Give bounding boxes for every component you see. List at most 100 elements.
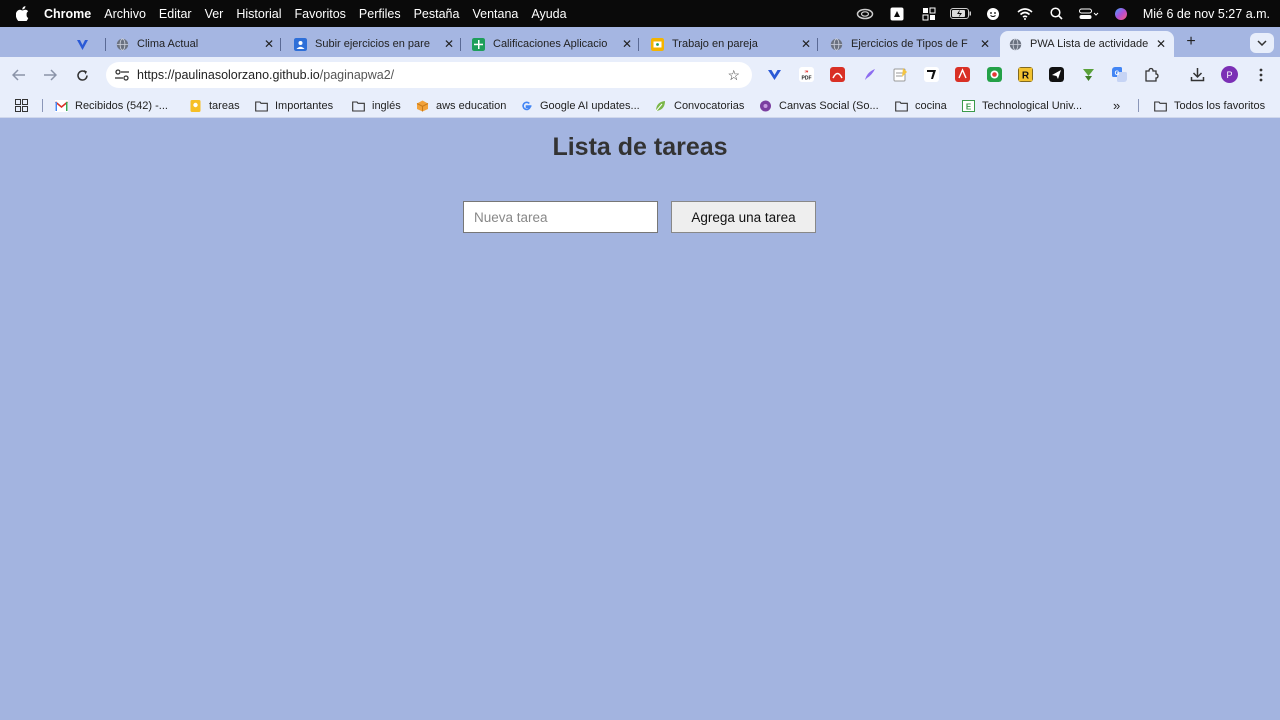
apps-grid-icon[interactable] xyxy=(15,97,28,114)
record-extension-icon[interactable] xyxy=(987,67,1002,82)
univ-icon: E xyxy=(962,99,975,112)
menu-app-chrome[interactable]: Chrome xyxy=(44,7,91,21)
bookmark-label: Recibidos (542) -... xyxy=(75,99,168,112)
r-extension-icon[interactable]: R xyxy=(1018,67,1033,82)
reload-button[interactable] xyxy=(72,65,92,85)
back-button[interactable] xyxy=(9,65,29,85)
tab-close-icon[interactable]: ✕ xyxy=(1154,37,1168,51)
tab-close-icon[interactable]: ✕ xyxy=(442,37,456,51)
tab-subir-ejercicios[interactable]: Subir ejercicios en pare ✕ xyxy=(294,31,461,57)
add-task-button[interactable]: Agrega una tarea xyxy=(671,201,816,233)
translate-extension-icon[interactable]: G xyxy=(1112,67,1127,82)
tab-close-icon[interactable]: ✕ xyxy=(620,37,634,51)
new-tab-button[interactable]: + xyxy=(1180,31,1202,53)
wifi-icon[interactable] xyxy=(1009,0,1041,27)
bookmarks-overflow-chevron-icon[interactable]: » xyxy=(1113,97,1120,114)
bookmark-technological-univ[interactable]: E Technological Univ... xyxy=(962,97,1082,114)
menu-historial[interactable]: Historial xyxy=(236,7,281,21)
drive-icon[interactable] xyxy=(881,0,913,27)
tab-trabajo-pareja[interactable]: Trabajo en pareja ✕ xyxy=(651,31,818,57)
menu-ventana[interactable]: Ventana xyxy=(472,7,518,21)
siri-icon[interactable] xyxy=(1105,0,1137,27)
vtab-extension-icon[interactable] xyxy=(767,67,782,82)
bookmark-label: Convocatorias xyxy=(674,99,745,112)
svg-text:G: G xyxy=(1115,71,1120,77)
pdf-extension-icon[interactable] xyxy=(955,67,970,82)
keep-icon xyxy=(190,99,201,112)
tab-separator xyxy=(638,38,639,51)
menu-favoritos[interactable]: Favoritos xyxy=(295,7,346,21)
menubar-clock[interactable]: Mié 6 de nov 5:27 a.m. xyxy=(1143,7,1270,21)
tab-title: Ejercicios de Tipos de F xyxy=(851,38,968,50)
folder-icon xyxy=(255,100,268,112)
folder-icon xyxy=(895,100,908,112)
svg-text:PDF: PDF xyxy=(802,76,812,82)
quill-extension-icon[interactable] xyxy=(862,67,877,82)
bookmark-aws-education[interactable]: aws education xyxy=(416,97,506,114)
notes-extension-icon[interactable] xyxy=(893,67,908,82)
tab-ejercicios-tipos[interactable]: Ejercicios de Tipos de F ✕ xyxy=(830,31,992,57)
spotlight-search-icon[interactable] xyxy=(1041,0,1073,27)
bookmark-star-icon[interactable]: ☆ xyxy=(727,67,740,84)
site-info-icon[interactable] xyxy=(113,68,131,82)
page-title: Lista de tareas xyxy=(552,133,728,161)
new-task-input[interactable] xyxy=(463,201,658,233)
url-text[interactable]: https://paulinasolorzano.github.io/pagin… xyxy=(137,68,394,82)
bookmark-google-ai[interactable]: Google AI updates... xyxy=(520,97,640,114)
creative-cloud-icon[interactable] xyxy=(849,0,881,27)
download-arrow-extension-icon[interactable] xyxy=(1081,67,1096,82)
chrome-menu-icon[interactable] xyxy=(1254,65,1268,85)
send-extension-icon[interactable] xyxy=(1049,67,1064,82)
bookmark-ingles[interactable]: inglés xyxy=(352,97,401,114)
notion-extension-icon[interactable] xyxy=(924,67,939,82)
menu-ver[interactable]: Ver xyxy=(205,7,224,21)
globe-icon xyxy=(1009,37,1022,51)
url-host: https://paulinasolorzano.github.io xyxy=(137,68,320,82)
tab-search-chevron-icon[interactable] xyxy=(1250,33,1274,53)
bookmark-all-favorites[interactable]: Todos los favoritos xyxy=(1154,97,1265,114)
bookmark-tareas[interactable]: tareas xyxy=(189,97,240,114)
bookmark-canvas-social[interactable]: Canvas Social (So... xyxy=(759,97,879,114)
ilovepdf-extension-icon[interactable]: I♥ PDF xyxy=(799,67,814,82)
aws-icon xyxy=(416,100,429,111)
tab-close-icon[interactable]: ✕ xyxy=(262,37,276,51)
downloads-icon[interactable] xyxy=(1189,66,1205,82)
bookmarks-bar: Recibidos (542) -... tareas Importantes … xyxy=(0,93,1280,118)
window-manager-icon[interactable] xyxy=(913,0,945,27)
tab-pwa-lista-active[interactable]: PWA Lista de actividade ✕ xyxy=(1000,31,1174,57)
menu-pestana[interactable]: Pestaña xyxy=(414,7,460,21)
menu-perfiles[interactable]: Perfiles xyxy=(359,7,401,21)
menu-editar[interactable]: Editar xyxy=(159,7,192,21)
tab-calificaciones[interactable]: Calificaciones Aplicacio ✕ xyxy=(472,31,639,57)
bookmark-recibidos[interactable]: Recibidos (542) -... xyxy=(55,97,168,114)
profile-avatar[interactable]: P xyxy=(1221,66,1238,83)
tab-close-icon[interactable]: ✕ xyxy=(799,37,813,51)
bookmark-importantes[interactable]: Importantes xyxy=(255,97,333,114)
bookmark-label: Importantes xyxy=(275,99,334,112)
tab-clima-actual[interactable]: Clima Actual ✕ xyxy=(116,31,281,57)
bookmark-convocatorias[interactable]: Convocatorias xyxy=(654,97,744,114)
bookmark-label: Todos los favoritos xyxy=(1174,99,1266,112)
bookmark-label: inglés xyxy=(372,99,401,112)
bookmark-cocina[interactable]: cocina xyxy=(895,97,947,114)
tab-close-icon[interactable]: ✕ xyxy=(978,37,992,51)
battery-icon[interactable] xyxy=(945,0,977,27)
bookmark-label: tareas xyxy=(209,99,240,112)
control-center-icon[interactable] xyxy=(1073,0,1105,27)
apple-icon[interactable] xyxy=(14,6,30,22)
extensions-puzzle-icon[interactable] xyxy=(1144,67,1159,82)
tab-pinned[interactable] xyxy=(76,31,106,57)
forward-button[interactable] xyxy=(40,65,60,85)
address-bar[interactable]: https://paulinasolorzano.github.io/pagin… xyxy=(106,62,752,88)
tab-separator xyxy=(460,38,461,51)
canvas-icon xyxy=(760,100,771,111)
folder-icon xyxy=(1154,100,1167,112)
menu-archivo[interactable]: Archivo xyxy=(104,7,146,21)
smiley-icon[interactable] xyxy=(977,0,1009,27)
menu-ayuda[interactable]: Ayuda xyxy=(531,7,566,21)
bookmark-label: Technological Univ... xyxy=(982,99,1083,112)
sheets-icon xyxy=(472,37,485,51)
google-icon xyxy=(522,100,532,110)
acrobat-extension-icon[interactable] xyxy=(830,67,845,82)
bookmark-label: Canvas Social (So... xyxy=(779,99,879,112)
